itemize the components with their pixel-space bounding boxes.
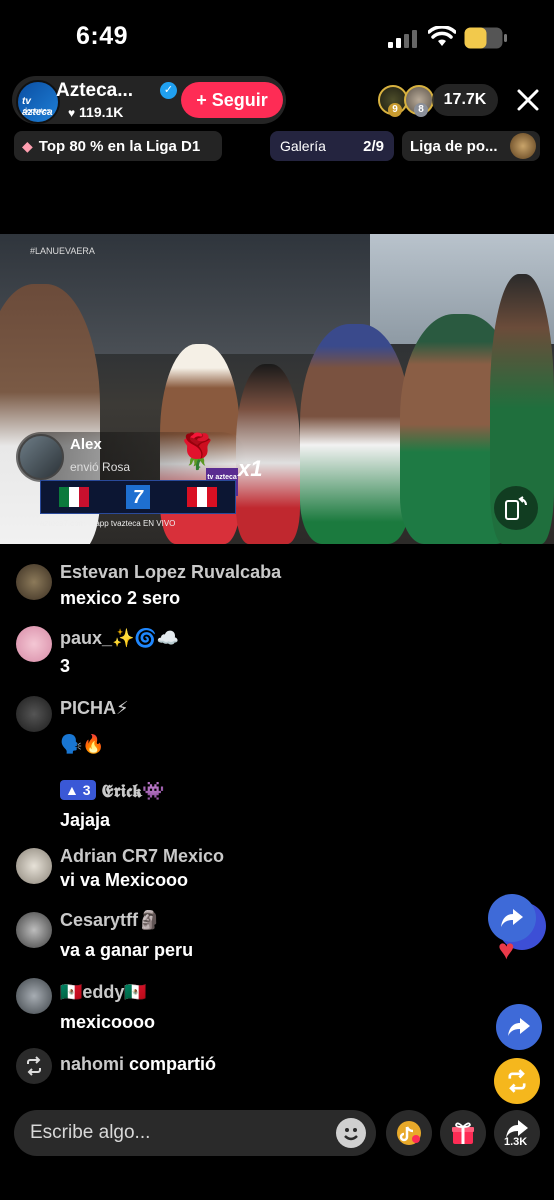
comment-text: Jajaja bbox=[60, 810, 111, 830]
commenter-name[interactable]: PICHA⚡ bbox=[60, 698, 129, 719]
liga-chip[interactable]: Liga de po... bbox=[402, 131, 540, 161]
status-bar: 6:49 bbox=[0, 0, 554, 70]
commenter-avatar[interactable] bbox=[16, 626, 52, 662]
comment-text: vi va Mexicooo bbox=[60, 870, 189, 890]
peru-flag-icon bbox=[186, 487, 217, 507]
viewer-count[interactable]: 17.7K bbox=[432, 84, 498, 116]
close-icon[interactable] bbox=[514, 86, 542, 114]
person-figure bbox=[300, 324, 410, 544]
commenter-name[interactable]: paux_✨🌀☁️ bbox=[60, 628, 179, 649]
diamond-icon: ◆ bbox=[22, 137, 33, 154]
league-rank-chip[interactable]: ◆ Top 80 % en la Liga D1 bbox=[14, 131, 222, 161]
repost-icon bbox=[16, 1048, 52, 1084]
gift-multiplier: x1 bbox=[238, 456, 263, 481]
coin-icon bbox=[397, 1121, 421, 1145]
gift-button[interactable] bbox=[440, 1110, 486, 1156]
verified-badge-icon: ✓ bbox=[160, 82, 177, 99]
follow-button[interactable]: + Seguir bbox=[181, 82, 283, 118]
emoji-icon[interactable] bbox=[336, 1118, 366, 1148]
gallery-chip[interactable]: Galería 2/9 bbox=[270, 131, 394, 161]
azteca7-logo: 7 bbox=[125, 485, 150, 509]
rose-icon: 🌹 bbox=[176, 433, 219, 471]
share-button[interactable] bbox=[494, 1110, 540, 1156]
commenter-name[interactable]: ▲ 3 𝕰𝖗𝖎𝖈𝖐👾 bbox=[60, 780, 165, 802]
commenter-name[interactable]: Estevan Lopez Ruvalcaba bbox=[60, 562, 281, 583]
comment-input[interactable] bbox=[30, 1110, 330, 1156]
host-avatar[interactable]: tv azteca deportes bbox=[16, 80, 60, 124]
gift-text: envió Rosa bbox=[70, 460, 131, 474]
gift-sender-avatar[interactable] bbox=[18, 434, 64, 480]
share-event-text: nahomi compartió bbox=[60, 1054, 217, 1074]
share-animation-icon[interactable] bbox=[496, 1004, 542, 1050]
heart-icon: ♥ bbox=[68, 106, 76, 120]
commenter-name[interactable]: Cesarytff🗿 bbox=[60, 910, 160, 931]
share-count: 1.3K bbox=[504, 1136, 528, 1148]
commenter-avatar[interactable] bbox=[16, 978, 52, 1014]
tiktok-coin-button[interactable] bbox=[386, 1110, 432, 1156]
status-time: 6:49 bbox=[76, 22, 129, 50]
rotate-screen-button[interactable] bbox=[494, 486, 538, 530]
scoreboard-footer: azteca7.com app tvazteca EN VIVO bbox=[40, 518, 176, 528]
heart-animation-icon: ♥ bbox=[498, 934, 515, 965]
host-name[interactable]: Azteca... bbox=[56, 80, 133, 102]
commenter-avatar[interactable] bbox=[16, 912, 52, 948]
plus-icon: + bbox=[196, 89, 207, 110]
commenter-avatar[interactable] bbox=[16, 848, 52, 884]
video-hashtag: #LANUEVAERA bbox=[30, 246, 95, 256]
commenter-avatar[interactable] bbox=[16, 564, 52, 600]
comment-text: 🗣️🔥 bbox=[60, 734, 105, 754]
mexico-flag-icon bbox=[59, 487, 90, 507]
comment-input-box[interactable] bbox=[14, 1110, 376, 1156]
comment-text: mexicoooo bbox=[60, 1012, 156, 1032]
level-badge: ▲ 3 bbox=[60, 780, 96, 800]
battery-icon bbox=[464, 27, 507, 49]
gift-sender-name[interactable]: Alex bbox=[70, 436, 102, 453]
commenter-avatar[interactable] bbox=[16, 696, 52, 732]
comment-text: mexico 2 sero bbox=[60, 588, 181, 608]
comment-text: 3 bbox=[60, 656, 71, 676]
liga-avatar bbox=[510, 133, 536, 159]
commenter-name[interactable]: 🇲🇽eddy🇲🇽 bbox=[60, 982, 147, 1003]
top-viewer-avatar[interactable]: 8 bbox=[404, 85, 434, 117]
scoreboard: 7 bbox=[40, 480, 236, 514]
gift-icon bbox=[452, 1122, 474, 1144]
wifi-icon bbox=[428, 26, 456, 46]
repost-icon[interactable] bbox=[494, 1058, 540, 1104]
host-likes: ♥ 119.1K bbox=[68, 104, 124, 120]
cellular-signal-icon bbox=[388, 30, 417, 48]
comment-text: va a ganar peru bbox=[60, 940, 194, 960]
rotate-icon bbox=[505, 496, 527, 520]
commenter-name[interactable]: Adrian CR7 Mexico bbox=[60, 846, 224, 867]
